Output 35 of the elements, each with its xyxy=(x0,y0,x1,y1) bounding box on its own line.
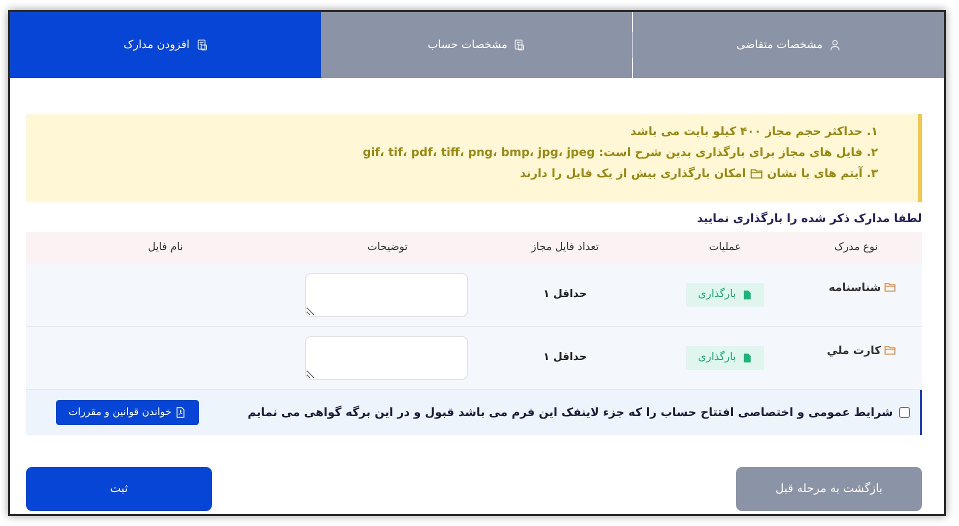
description-field[interactable] xyxy=(305,273,468,317)
table-cell-text: حداقل ۱ xyxy=(542,350,588,366)
file-icon xyxy=(742,289,752,301)
file-icon xyxy=(742,352,752,364)
tab[interactable]: مشخصات متقاضی xyxy=(633,12,944,78)
notice-text: ۳. آیتم های با نشان xyxy=(766,164,878,182)
submit-button[interactable]: ثبت xyxy=(26,467,212,511)
tab[interactable]: مشخصات حساب xyxy=(321,12,632,78)
document-icon xyxy=(513,39,526,51)
person-icon xyxy=(828,39,841,51)
folder-icon xyxy=(750,167,763,180)
rules-button[interactable]: خواندن قوانین و مقررات xyxy=(56,400,199,425)
column-header: عملیات xyxy=(708,240,742,256)
notice-text: ۱. حداکثر حجم مجاز ۴۰۰ کیلو بایت می باشد xyxy=(630,122,878,140)
column-header: نام فایل xyxy=(146,240,184,256)
description-field[interactable] xyxy=(305,336,468,380)
column-header: تعداد فایل مجاز xyxy=(530,240,600,256)
folder-icon xyxy=(884,281,896,293)
document-icon xyxy=(196,39,208,51)
document-name: كارت ملي xyxy=(826,343,881,359)
tab[interactable]: افزودن مدارک xyxy=(10,12,321,78)
section-heading: لطفا مدارک ذکر شده را بارگذاری نمایید xyxy=(696,210,922,227)
notice-text: ۲. فایل های مجاز برای بارگذاری بدین شرح است: gif، tif، pdf، tiff، png، bmp، jpg، jpeg xyxy=(362,144,878,161)
folder-icon xyxy=(884,344,896,356)
notice-text: امکان بارگذاری بیش از یک فایل را دارند xyxy=(520,164,746,182)
column-header: توضیحات xyxy=(366,240,409,256)
table-cell-text: حداقل ۱ xyxy=(542,287,588,302)
upload-button[interactable]: بارگذاری xyxy=(686,283,764,307)
document-name: شناسنامه xyxy=(828,280,881,296)
column-header: نوع مدرک xyxy=(833,240,879,256)
agreement-checkbox[interactable] xyxy=(899,407,910,418)
upload-button[interactable]: بارگذاری xyxy=(686,346,764,370)
pdf-icon xyxy=(175,407,186,418)
agreement-text: شرایط عمومی و اختصاصی افتتاح حساب را که جزء لاینفک این فرم می باشد قبول و در این برگه گواهی می نمایم xyxy=(248,404,893,421)
back-button[interactable]: بازگشت به مرحله قبل xyxy=(736,467,922,511)
